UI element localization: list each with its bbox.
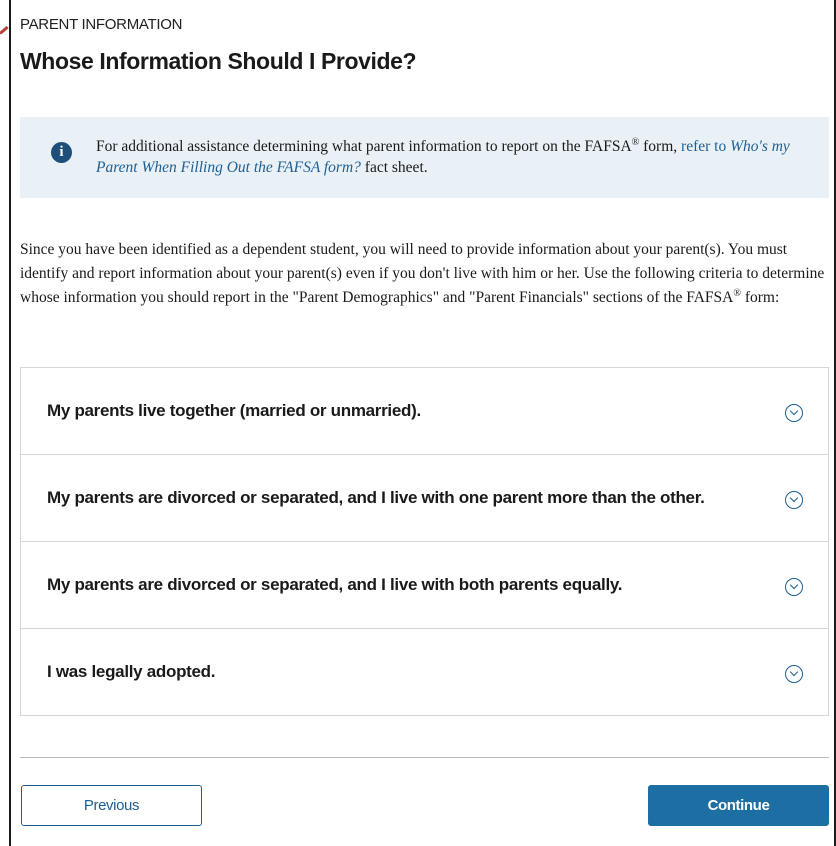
instructions-text-end: form:: [740, 289, 780, 306]
criteria-accordion: My parents live together (married or unm…: [20, 367, 829, 716]
info-callout: i For additional assistance determining …: [20, 117, 829, 198]
previous-button[interactable]: Previous: [21, 785, 202, 826]
instructions-text: Since you have been identified as a depe…: [20, 241, 825, 306]
accordion-item-label[interactable]: My parents are divorced or separated, an…: [47, 575, 622, 595]
footer-divider: [20, 757, 829, 758]
accordion-item-legally-adopted[interactable]: I was legally adopted.: [21, 629, 828, 715]
info-icon: i: [51, 142, 72, 163]
page-title: Whose Information Should I Provide?: [20, 48, 417, 74]
chevron-down-circle-icon[interactable]: [785, 665, 803, 683]
accordion-item-label[interactable]: My parents are divorced or separated, an…: [47, 488, 705, 508]
info-callout-text: For additional assistance determining wh…: [96, 136, 811, 178]
annotation-arrow-mark: [0, 25, 9, 35]
link-prefix[interactable]: refer to: [681, 138, 730, 155]
accordion-item-label[interactable]: I was legally adopted.: [47, 662, 215, 682]
accordion-item-label[interactable]: My parents live together (married or unm…: [47, 401, 421, 421]
info-text-after: fact sheet.: [360, 159, 428, 176]
accordion-item-divorced-one-parent[interactable]: My parents are divorced or separated, an…: [21, 455, 828, 542]
window-frame-left: [9, 0, 11, 846]
continue-button[interactable]: Continue: [648, 785, 829, 826]
accordion-item-live-together[interactable]: My parents live together (married or unm…: [21, 368, 828, 455]
instructions-paragraph: Since you have been identified as a depe…: [20, 238, 832, 310]
chevron-down-circle-icon[interactable]: [785, 404, 803, 422]
accordion-item-divorced-both-parents[interactable]: My parents are divorced or separated, an…: [21, 542, 828, 629]
info-text-before: For additional assistance determining wh…: [96, 138, 632, 155]
info-text-form: form,: [639, 138, 682, 155]
chevron-down-circle-icon[interactable]: [785, 491, 803, 509]
registered-mark: ®: [733, 287, 741, 299]
chevron-down-circle-icon[interactable]: [785, 578, 803, 596]
section-label: PARENT INFORMATION: [20, 16, 183, 33]
